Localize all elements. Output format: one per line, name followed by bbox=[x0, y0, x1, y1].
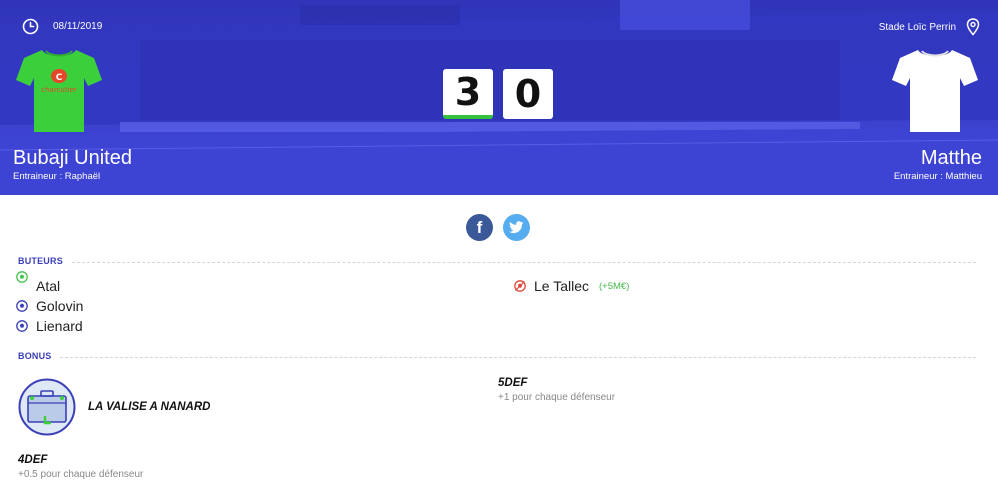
bonus-description: +1 pour chaque défenseur bbox=[498, 392, 616, 403]
away-team-name[interactable]: Matthe bbox=[921, 148, 982, 168]
bonus-divider bbox=[60, 357, 976, 358]
svg-text:C: C bbox=[56, 73, 63, 83]
twitter-share-button[interactable] bbox=[503, 214, 530, 241]
scorer-name: Atal bbox=[36, 278, 61, 294]
match-venue-text: Stade Loïc Perrin bbox=[878, 21, 956, 33]
scorer-bonus: (+5M€) bbox=[599, 280, 630, 292]
home-team-name[interactable]: Bubaji United bbox=[13, 148, 132, 168]
scorer-name: Golovin bbox=[36, 298, 84, 314]
home-scorer: Lienard bbox=[16, 318, 83, 334]
home-coach: Entraineur : Raphaël bbox=[13, 171, 101, 182]
away-jersey-icon bbox=[892, 50, 978, 132]
match-venue: Stade Loïc Perrin bbox=[879, 18, 980, 36]
scorer-name: Lienard bbox=[36, 318, 83, 334]
match-date-text: 08/11/2019 bbox=[53, 21, 103, 32]
home-score: 3 bbox=[443, 69, 493, 119]
away-scorer: Le Tallec (+5M€) bbox=[514, 278, 629, 294]
away-score: 0 bbox=[503, 69, 553, 119]
jersey-sponsor: charcutier bbox=[41, 86, 77, 94]
scorers-divider bbox=[72, 262, 976, 263]
share-buttons: f bbox=[466, 214, 530, 241]
location-pin-icon bbox=[966, 18, 980, 36]
facebook-share-button[interactable]: f bbox=[466, 214, 493, 241]
bonus-name: LA VALISE A NANARD bbox=[88, 401, 211, 413]
clock-icon bbox=[22, 18, 39, 35]
ball-red-icon bbox=[514, 280, 526, 292]
scorer-name: Le Tallec bbox=[534, 278, 590, 294]
ball-blue-icon bbox=[16, 300, 28, 312]
match-date: 08/11/2019 bbox=[22, 18, 102, 35]
facebook-icon: f bbox=[476, 217, 483, 237]
suitcase-icon bbox=[18, 378, 76, 436]
stadium-background-image bbox=[0, 0, 998, 195]
ball-green-icon bbox=[16, 271, 28, 283]
home-jersey-icon: C charcutier bbox=[16, 50, 102, 132]
ball-blue-icon bbox=[16, 320, 28, 332]
scorers-section-title: BUTEURS bbox=[18, 256, 63, 266]
bonus-code: 4DEF bbox=[18, 454, 48, 466]
home-scorer: Golovin bbox=[16, 298, 83, 314]
bonus-code: 5DEF bbox=[498, 377, 528, 389]
bonus-description: +0.5 pour chaque défenseur bbox=[18, 469, 144, 480]
match-header: 08/11/2019 Stade Loïc Perrin C charcutie… bbox=[0, 0, 998, 195]
bonus-section-title: BONUS bbox=[18, 351, 52, 361]
twitter-icon bbox=[509, 221, 524, 234]
away-coach: Entraineur : Matthieu bbox=[893, 171, 982, 182]
home-scorer: Atal bbox=[16, 271, 61, 294]
